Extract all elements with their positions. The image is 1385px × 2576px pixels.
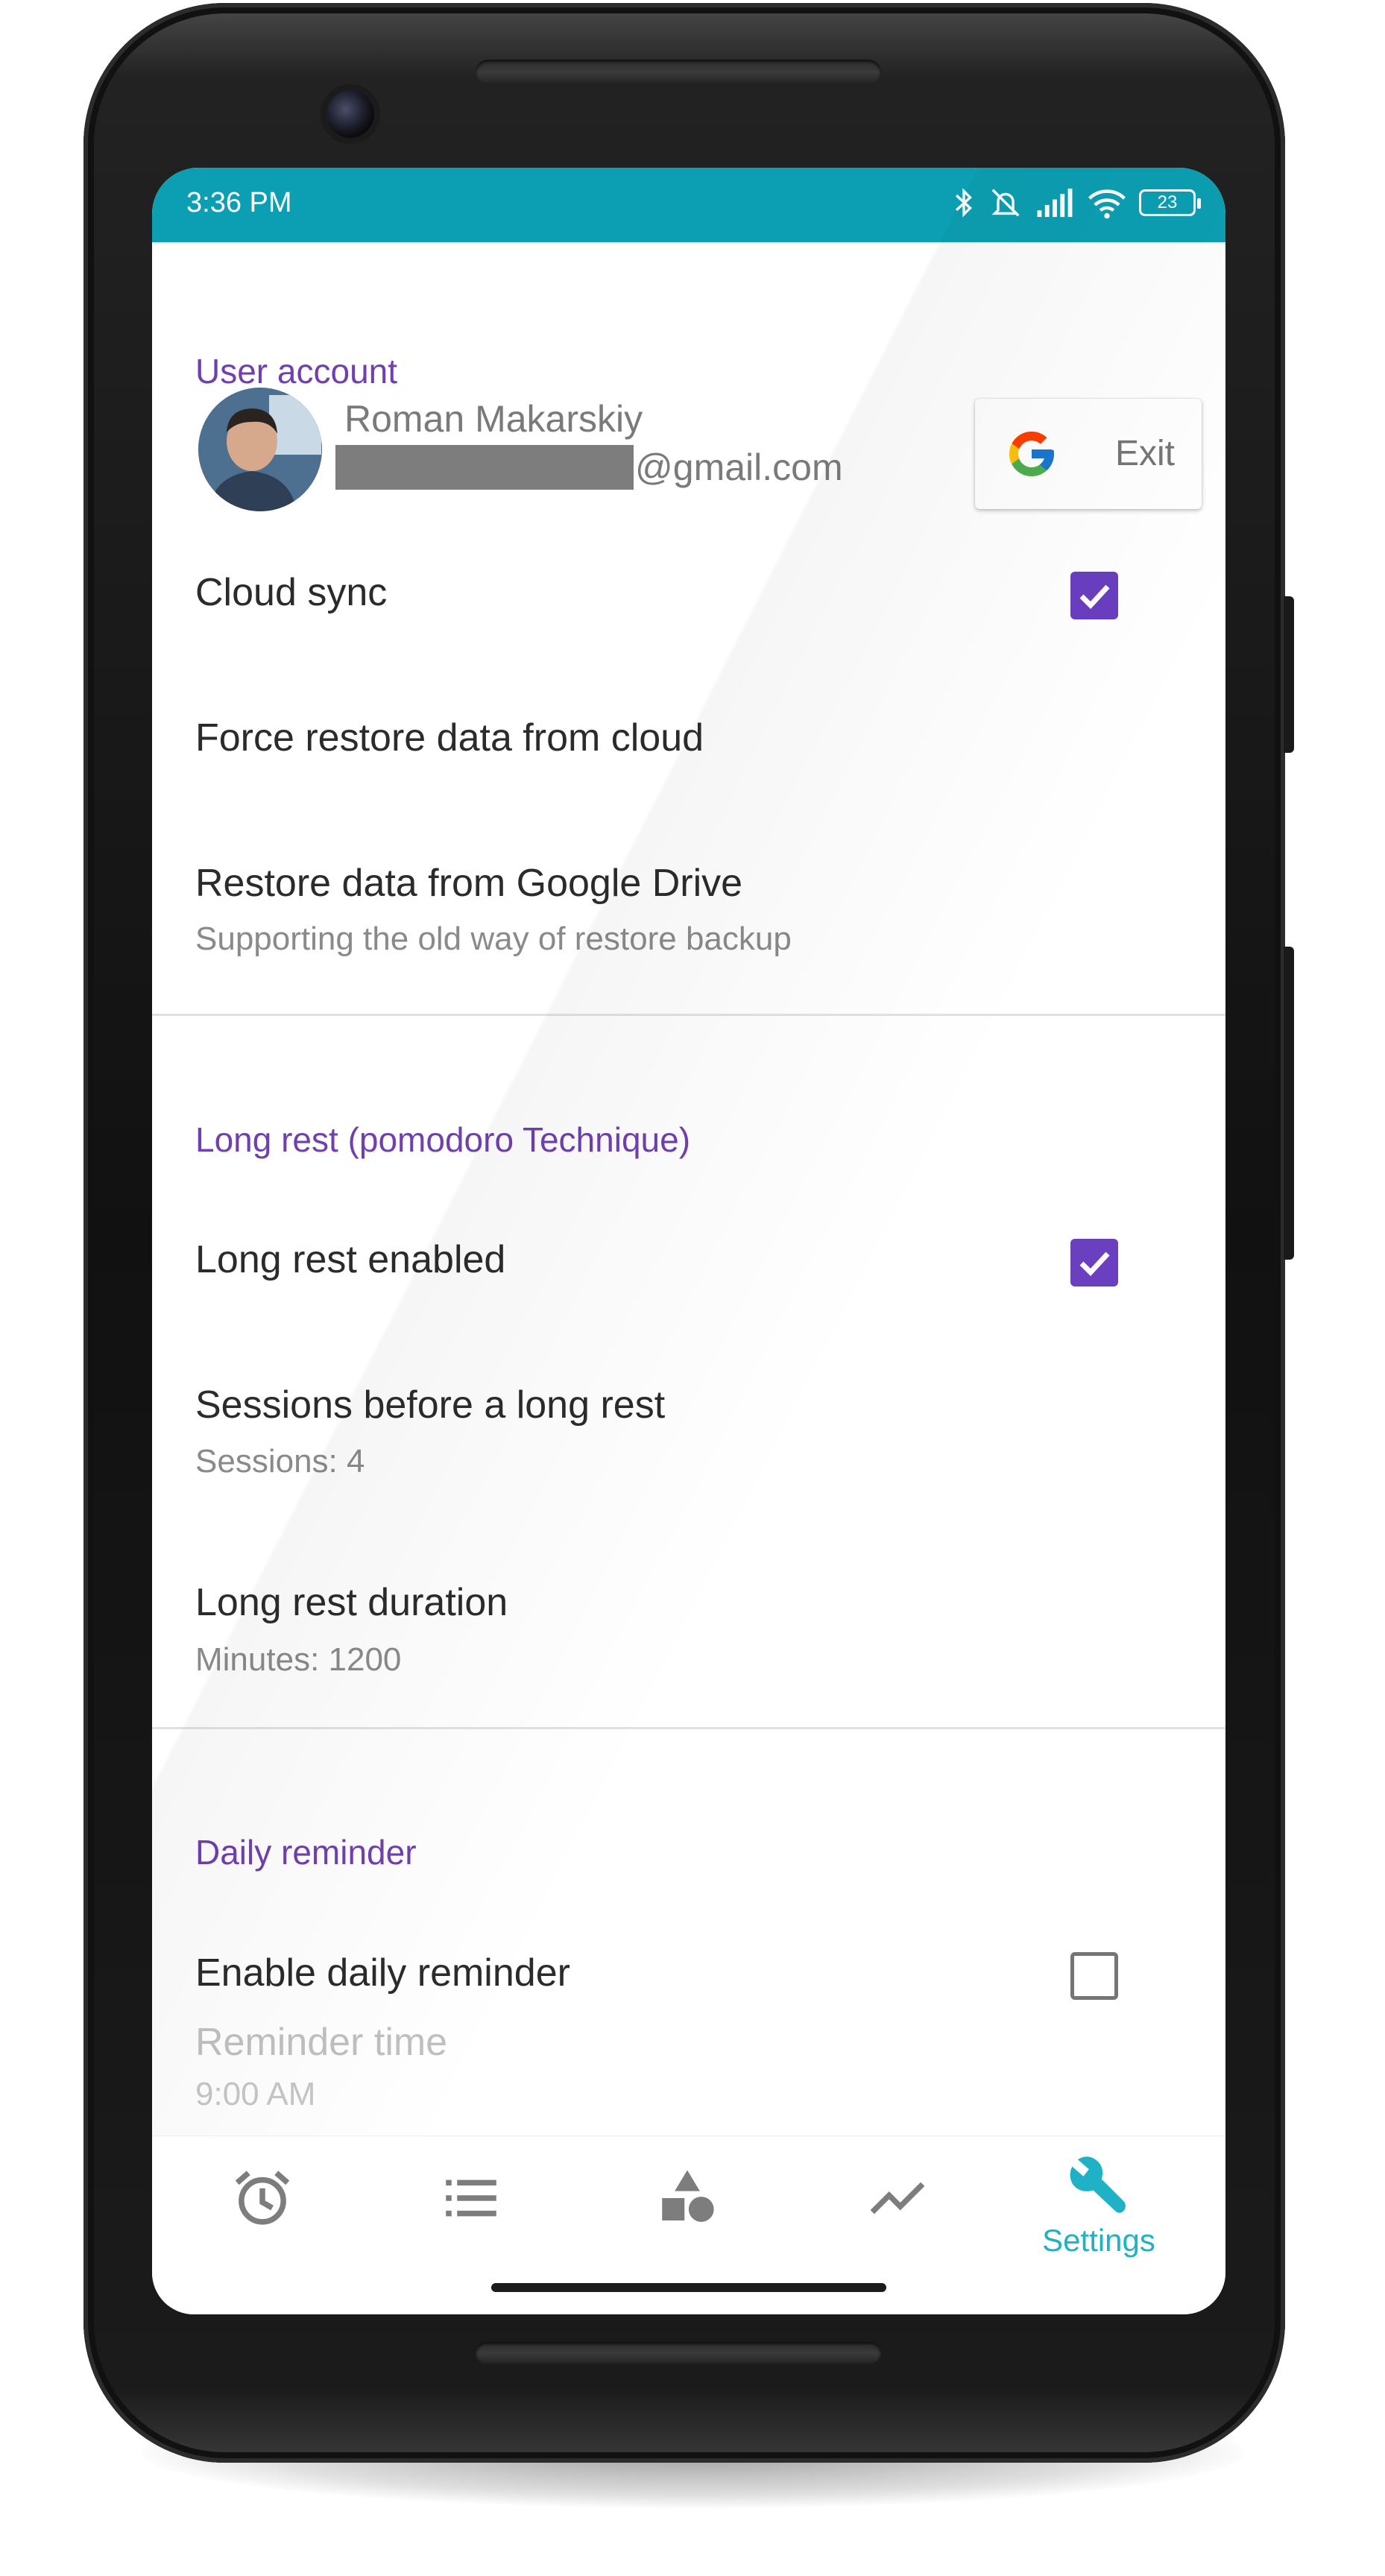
duration-item[interactable]: Long rest duration (195, 1580, 508, 1625)
list-icon (446, 2179, 496, 2217)
section-title-long-rest: Long rest (pomodoro Technique) (195, 1120, 691, 1159)
reminder-time-item: Reminder time (195, 2021, 448, 2064)
section-title-daily-reminder: Daily reminder (195, 1833, 417, 1872)
avatar (198, 388, 322, 511)
wifi-icon (1088, 189, 1126, 219)
cloud-sync-label[interactable]: Cloud sync (195, 570, 387, 615)
nav-list[interactable] (397, 2165, 546, 2299)
nav-statistics[interactable] (823, 2165, 972, 2299)
alarm-clock-icon (235, 2171, 290, 2225)
shapes-icon (662, 2170, 714, 2222)
check-icon (1079, 1251, 1110, 1277)
power-button (1284, 947, 1294, 1260)
sessions-subtitle: Sessions: 4 (195, 1443, 365, 1480)
divider (152, 1014, 1225, 1016)
signal-icon (1037, 188, 1073, 218)
duration-subtitle: Minutes: 1200 (195, 1641, 402, 1678)
divider (152, 1727, 1225, 1729)
nav-timer[interactable] (188, 2165, 337, 2299)
status-icons: 23 (951, 186, 1201, 220)
nav-settings-label: Settings (1042, 2223, 1155, 2258)
sessions-item[interactable]: Sessions before a long rest (195, 1383, 665, 1427)
enable-reminder-label[interactable]: Enable daily reminder (195, 1951, 570, 1995)
avatar-image (198, 388, 322, 511)
google-g-icon (1009, 432, 1054, 476)
restore-drive-subtitle: Supporting the old way of restore backup (195, 921, 792, 957)
email-redaction (335, 445, 634, 490)
battery-icon: 23 (1139, 189, 1201, 216)
settings-content[interactable]: User account Roman Makarskiy @gmail.com (152, 242, 1225, 2285)
top-speaker (476, 60, 881, 85)
google-exit-button[interactable]: Exit (975, 399, 1202, 509)
home-indicator[interactable] (491, 2283, 886, 2292)
exit-label: Exit (1115, 434, 1176, 473)
volume-button (1284, 596, 1294, 753)
bottom-speaker (476, 2342, 881, 2364)
nav-settings[interactable]: Settings (1024, 2151, 1173, 2285)
section-title-user-account: User account (195, 352, 398, 391)
reminder-time-subtitle: 9:00 AM (195, 2076, 316, 2112)
status-time: 3:36 PM (186, 187, 292, 218)
wrench-icon (1070, 2156, 1126, 2213)
status-bar: 3:36 PM 23 (152, 168, 1225, 242)
account-name: Roman Makarskiy (344, 398, 643, 440)
screen: 3:36 PM 23 User account Roman Makarskiy … (152, 168, 1225, 2314)
restore-drive-item[interactable]: Restore data from Google Drive (195, 861, 742, 906)
bluetooth-icon (955, 188, 972, 218)
check-icon (1079, 584, 1110, 610)
long-rest-enabled-label[interactable]: Long rest enabled (195, 1237, 505, 1282)
alarm-off-icon (991, 189, 1020, 217)
front-camera (326, 90, 374, 138)
chart-line-icon (870, 2182, 925, 2214)
long-rest-checkbox[interactable] (1070, 1239, 1118, 1287)
page: 3:36 PM 23 User account Roman Makarskiy … (0, 0, 1385, 2576)
account-email: @gmail.com (635, 446, 843, 488)
force-restore-item[interactable]: Force restore data from cloud (195, 716, 704, 760)
nav-categories[interactable] (613, 2165, 762, 2299)
cloud-sync-checkbox[interactable] (1070, 572, 1118, 619)
enable-reminder-checkbox[interactable] (1070, 1952, 1118, 2000)
